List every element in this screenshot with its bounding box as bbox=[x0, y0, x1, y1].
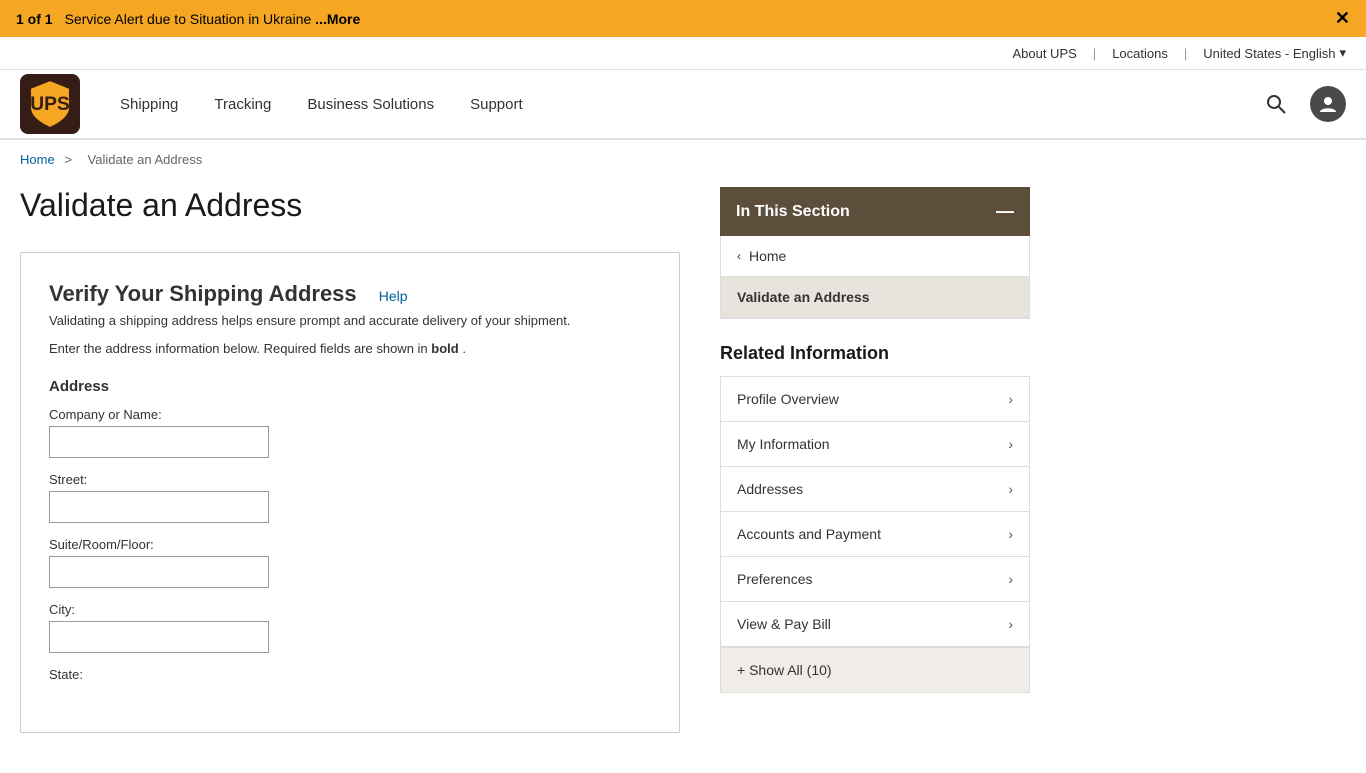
form-description-2: Enter the address information below. Req… bbox=[49, 339, 651, 359]
suite-label: Suite/Room/Floor: bbox=[49, 537, 651, 552]
help-link[interactable]: Help bbox=[379, 288, 408, 304]
page-title: Validate an Address bbox=[20, 187, 680, 224]
alert-banner: 1 of 1 Service Alert due to Situation in… bbox=[0, 0, 1366, 37]
related-preferences[interactable]: Preferences › bbox=[721, 557, 1029, 602]
related-links: Profile Overview › My Information › Addr… bbox=[720, 376, 1030, 693]
city-input[interactable] bbox=[49, 621, 269, 653]
address-form-card: Verify Your Shipping Address Help Valida… bbox=[20, 252, 680, 733]
chevron-left-icon: ‹ bbox=[737, 249, 741, 263]
locations-link[interactable]: Locations bbox=[1112, 46, 1168, 61]
language-selector[interactable]: United States - English ▾ bbox=[1203, 45, 1346, 61]
alert-count: 1 of 1 bbox=[16, 11, 53, 27]
related-info-title: Related Information bbox=[720, 343, 1030, 364]
search-icon bbox=[1266, 94, 1286, 114]
street-field-group: Street: bbox=[49, 472, 651, 523]
user-icon bbox=[1318, 94, 1338, 114]
section-nav-home[interactable]: ‹ Home bbox=[721, 236, 1029, 277]
company-label: Company or Name: bbox=[49, 407, 651, 422]
breadcrumb-separator: > bbox=[64, 152, 72, 167]
main-nav: UPS Shipping Tracking Business Solutions… bbox=[0, 70, 1366, 140]
search-button[interactable] bbox=[1258, 86, 1294, 122]
related-addresses[interactable]: Addresses › bbox=[721, 467, 1029, 512]
related-view-pay-bill[interactable]: View & Pay Bill › bbox=[721, 602, 1029, 647]
nav-links: Shipping Tracking Business Solutions Sup… bbox=[120, 96, 1258, 113]
section-title: In This Section bbox=[736, 203, 850, 221]
collapse-icon[interactable]: — bbox=[996, 201, 1014, 222]
suite-field-group: Suite/Room/Floor: bbox=[49, 537, 651, 588]
nav-divider-1: | bbox=[1093, 46, 1096, 61]
section-nav-home-label: Home bbox=[749, 248, 786, 264]
bold-text: bold bbox=[431, 341, 458, 356]
nav-shipping[interactable]: Shipping bbox=[120, 96, 178, 113]
section-nav: ‹ Home Validate an Address bbox=[720, 236, 1030, 319]
nav-divider-2: | bbox=[1184, 46, 1187, 61]
chevron-right-icon: › bbox=[1008, 526, 1013, 542]
chevron-right-icon: › bbox=[1008, 436, 1013, 452]
city-label: City: bbox=[49, 602, 651, 617]
nav-business[interactable]: Business Solutions bbox=[307, 96, 434, 113]
page-layout: Validate an Address Verify Your Shipping… bbox=[0, 179, 1366, 773]
main-content: Validate an Address Verify Your Shipping… bbox=[20, 179, 680, 733]
top-nav: About UPS | Locations | United States - … bbox=[0, 37, 1366, 70]
breadcrumb: Home > Validate an Address bbox=[0, 140, 1366, 179]
address-section-label: Address bbox=[49, 378, 651, 395]
related-accounts-payment[interactable]: Accounts and Payment › bbox=[721, 512, 1029, 557]
state-field-group: State: bbox=[49, 667, 651, 682]
breadcrumb-current: Validate an Address bbox=[88, 152, 203, 167]
suite-input[interactable] bbox=[49, 556, 269, 588]
chevron-right-icon: › bbox=[1008, 391, 1013, 407]
company-input[interactable] bbox=[49, 426, 269, 458]
related-my-information[interactable]: My Information › bbox=[721, 422, 1029, 467]
ups-logo[interactable]: UPS bbox=[20, 74, 80, 134]
nav-support[interactable]: Support bbox=[470, 96, 523, 113]
chevron-right-icon: › bbox=[1008, 571, 1013, 587]
street-input[interactable] bbox=[49, 491, 269, 523]
nav-actions bbox=[1258, 86, 1346, 122]
city-field-group: City: bbox=[49, 602, 651, 653]
alert-message: Service Alert due to Situation in Ukrain… bbox=[65, 11, 361, 27]
form-card-title: Verify Your Shipping Address Help bbox=[49, 281, 651, 307]
chevron-right-icon: › bbox=[1008, 481, 1013, 497]
section-nav-validate[interactable]: Validate an Address bbox=[721, 277, 1029, 318]
about-ups-link[interactable]: About UPS bbox=[1012, 46, 1076, 61]
street-label: Street: bbox=[49, 472, 651, 487]
state-label: State: bbox=[49, 667, 651, 682]
alert-close-button[interactable]: ✕ bbox=[1335, 8, 1350, 29]
nav-tracking[interactable]: Tracking bbox=[214, 96, 271, 113]
alert-more-link[interactable]: ...More bbox=[315, 11, 360, 27]
chevron-down-icon: ▾ bbox=[1339, 45, 1346, 61]
related-profile-overview[interactable]: Profile Overview › bbox=[721, 377, 1029, 422]
form-description-1: Validating a shipping address helps ensu… bbox=[49, 311, 651, 331]
show-all-button[interactable]: + Show All (10) bbox=[721, 647, 1029, 692]
chevron-right-icon: › bbox=[1008, 616, 1013, 632]
in-this-section-header: In This Section — bbox=[720, 187, 1030, 236]
svg-text:UPS: UPS bbox=[30, 94, 70, 115]
section-nav-validate-label: Validate an Address bbox=[737, 289, 870, 305]
sidebar: In This Section — ‹ Home Validate an Add… bbox=[720, 179, 1030, 733]
breadcrumb-home[interactable]: Home bbox=[20, 152, 55, 167]
company-field-group: Company or Name: bbox=[49, 407, 651, 458]
user-account-button[interactable] bbox=[1310, 86, 1346, 122]
